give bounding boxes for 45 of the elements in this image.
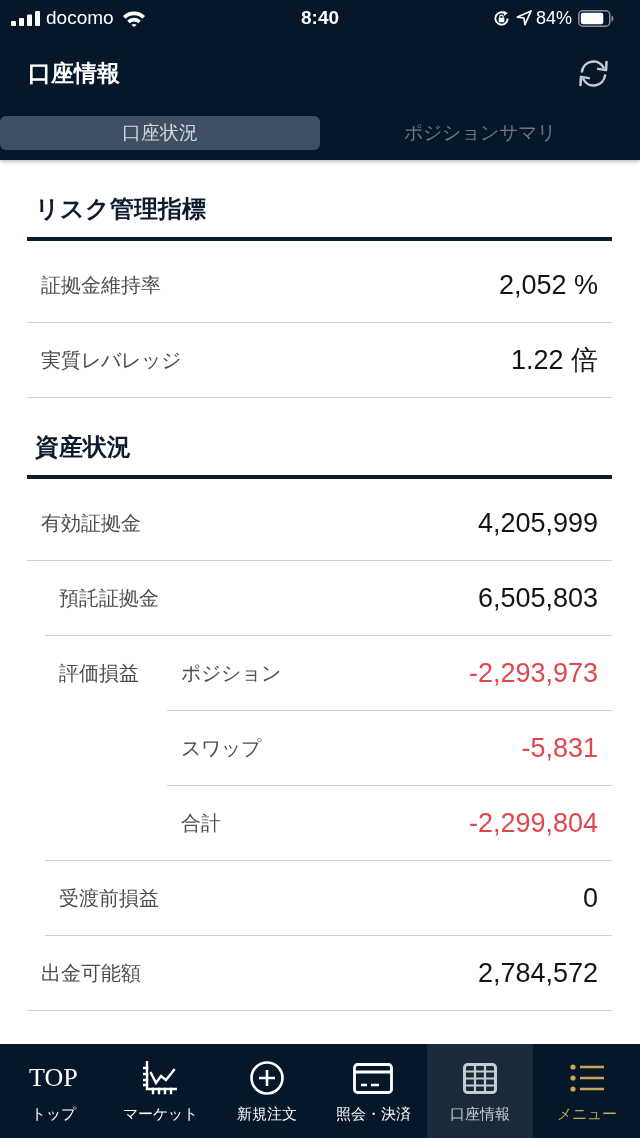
line-chart-icon: [143, 1061, 177, 1095]
row-value: -2,293,973: [468, 657, 598, 689]
carrier-name: docomo: [46, 7, 114, 29]
row-label: 有効証拠金: [41, 510, 141, 536]
row-value: 0: [582, 882, 598, 914]
row-label: 受渡前損益: [59, 885, 159, 911]
tab[interactable]: 口座状況: [0, 116, 320, 150]
location-arrow-icon: [515, 10, 532, 26]
wifi-icon: [121, 9, 146, 27]
section-title: 資産状況: [27, 430, 612, 479]
row-label: 預託証拠金: [59, 585, 159, 611]
nav-item[interactable]: マーケット: [106, 1044, 214, 1138]
row-value: -5,831: [521, 732, 598, 764]
tab[interactable]: ポジションサマリ: [320, 116, 640, 150]
nav-item[interactable]: TOP トップ: [0, 1044, 107, 1138]
battery-percent: 84%: [535, 7, 572, 29]
row-value: -2,299,804: [468, 807, 598, 839]
section-title: リスク管理指標: [27, 192, 612, 241]
row-label: スワップ: [181, 735, 261, 761]
row-value: 4,205,999: [477, 507, 598, 539]
status-time: 8:40: [301, 7, 339, 29]
row-value: 1.22 倍: [510, 344, 598, 377]
table-grid-icon: [463, 1062, 497, 1094]
nav-item[interactable]: メニュー: [533, 1044, 640, 1138]
refresh-icon: [578, 59, 609, 87]
row-value: 2,784,572: [477, 957, 598, 989]
battery-icon: [578, 9, 614, 27]
nav-item[interactable]: 新規注文: [213, 1044, 320, 1138]
menu-icon: [569, 1064, 604, 1092]
card-icon: [353, 1062, 394, 1094]
nav-item[interactable]: 口座情報: [426, 1044, 534, 1138]
page-title: 口座情報: [28, 58, 120, 88]
row-label: 実質レバレッジ: [41, 347, 181, 373]
signal-icon: [11, 10, 40, 26]
plus-circle-icon: [249, 1061, 284, 1095]
row-label: 証拠金維持率: [41, 272, 161, 298]
row-label: 出金可能額: [41, 960, 141, 986]
row-value: 2,052 %: [498, 269, 598, 301]
refresh-button[interactable]: [578, 59, 609, 87]
nav-item[interactable]: 照会・決済: [320, 1044, 427, 1138]
row-label: 評価損益: [58, 660, 140, 686]
row-value: 6,505,803: [477, 582, 598, 614]
row-label: ポジション: [181, 660, 281, 686]
row-label: 合計: [181, 810, 221, 836]
rotation-lock-icon: [492, 9, 510, 27]
